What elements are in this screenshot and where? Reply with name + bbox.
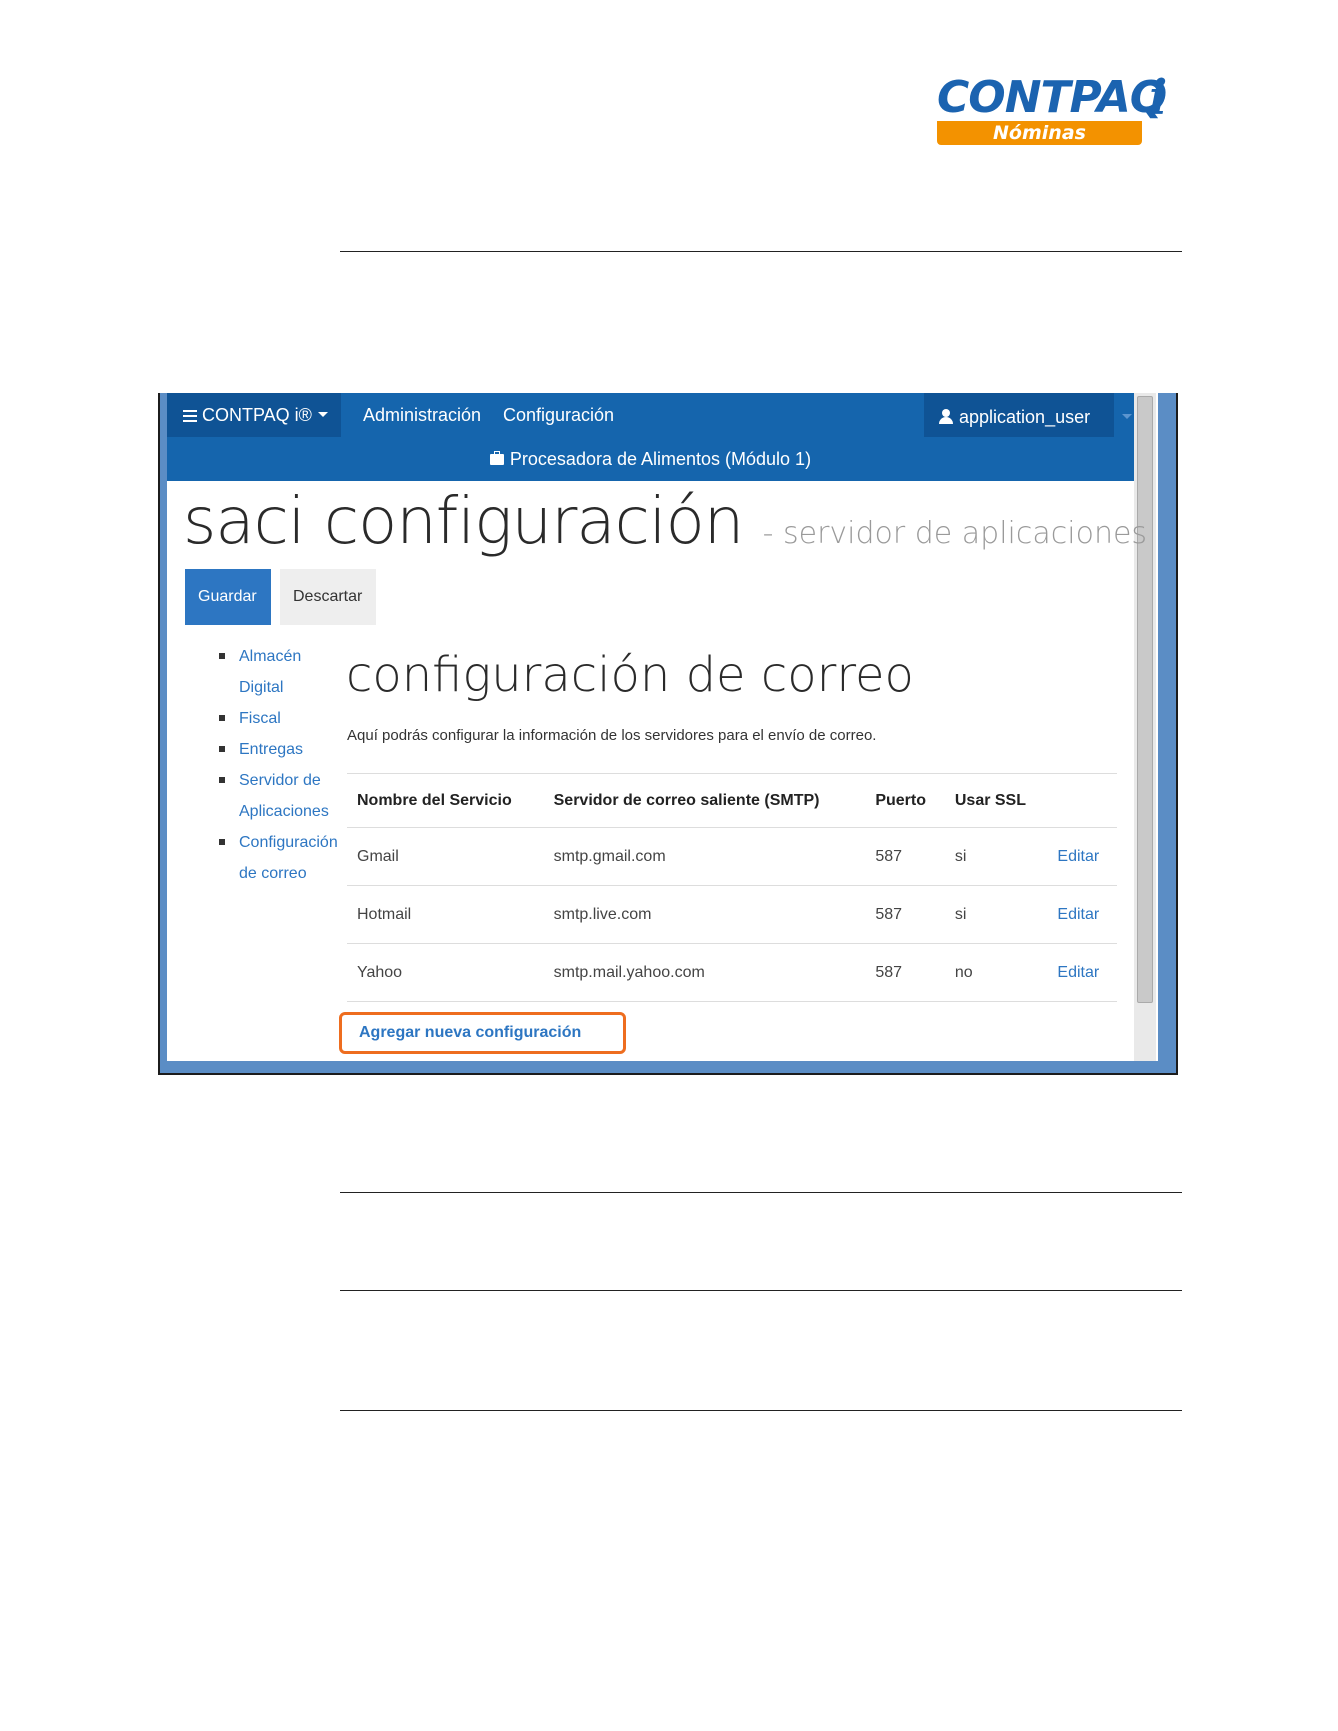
caret-down-icon bbox=[1122, 414, 1132, 419]
table-row: Gmail smtp.gmail.com 587 si Editar bbox=[347, 827, 1117, 886]
cell-smtp: smtp.mail.yahoo.com bbox=[543, 943, 866, 1002]
col-port: Puerto bbox=[865, 773, 945, 828]
cell-smtp: smtp.gmail.com bbox=[543, 827, 866, 886]
edit-link[interactable]: Editar bbox=[1047, 943, 1117, 1002]
cell-ssl: no bbox=[944, 943, 1048, 1002]
user-dropdown[interactable] bbox=[1116, 395, 1132, 439]
cell-port: 587 bbox=[865, 885, 945, 944]
cell-ssl: si bbox=[944, 827, 1048, 886]
briefcase-icon bbox=[489, 451, 504, 465]
cell-ssl: si bbox=[944, 885, 1048, 944]
sidenav-item-fiscal[interactable]: Fiscal bbox=[215, 703, 345, 734]
logo-word: CONTPAQ bbox=[937, 72, 1167, 123]
col-ssl: Usar SSL bbox=[944, 773, 1048, 828]
table-row: Hotmail smtp.live.com 587 si Editar bbox=[347, 885, 1117, 944]
page-subtitle: - servidor de aplicaciones bbox=[762, 516, 1148, 551]
col-smtp: Servidor de correo saliente (SMTP) bbox=[543, 773, 866, 828]
app-window: CONTPAQ i® Administración Configuración … bbox=[167, 393, 1158, 1061]
cell-port: 587 bbox=[865, 943, 945, 1002]
col-actions bbox=[1047, 773, 1117, 828]
nav-configuracion[interactable]: Configuración bbox=[503, 393, 614, 437]
cell-service: Yahoo bbox=[347, 943, 544, 1002]
col-service: Nombre del Servicio bbox=[347, 773, 544, 828]
cell-service: Hotmail bbox=[347, 885, 544, 944]
user-name: application_user bbox=[959, 407, 1091, 427]
logo-i: i bbox=[1149, 70, 1168, 126]
edit-link[interactable]: Editar bbox=[1047, 827, 1117, 886]
sidenav-item-servidor[interactable]: Servidor de Aplicaciones bbox=[215, 765, 345, 827]
divider bbox=[340, 1290, 1182, 1291]
contpaqi-nominas-logo: CONTPAQ i Nóminas bbox=[937, 70, 1182, 152]
brand-menu[interactable]: CONTPAQ i® bbox=[183, 393, 328, 437]
sidenav-item-entregas[interactable]: Entregas bbox=[215, 734, 345, 765]
nav-administracion[interactable]: Administración bbox=[363, 393, 481, 437]
company-name: Procesadora de Alimentos (Módulo 1) bbox=[509, 449, 812, 469]
divider bbox=[340, 1410, 1182, 1411]
user-icon bbox=[939, 409, 953, 424]
discard-button[interactable]: Descartar bbox=[280, 569, 376, 625]
user-menu[interactable]: application_user bbox=[939, 395, 1090, 439]
section-description: Aquí podrás configurar la información de… bbox=[347, 727, 877, 744]
caret-down-icon bbox=[317, 412, 328, 417]
table-header-row: Nombre del Servicio Servidor de correo s… bbox=[347, 773, 1117, 828]
section-title: configuración de correo bbox=[346, 647, 914, 703]
add-config-link[interactable]: Agregar nueva configuración bbox=[339, 1012, 626, 1054]
mail-servers-table: Nombre del Servicio Servidor de correo s… bbox=[347, 773, 1117, 1002]
brand-label: CONTPAQ i® bbox=[202, 405, 312, 425]
cell-smtp: smtp.live.com bbox=[543, 885, 866, 944]
cell-port: 587 bbox=[865, 827, 945, 886]
edit-link[interactable]: Editar bbox=[1047, 885, 1117, 944]
table-row: Yahoo smtp.mail.yahoo.com 587 no Editar bbox=[347, 943, 1117, 1002]
save-button[interactable]: Guardar bbox=[185, 569, 271, 625]
page-title-text: saci configuración bbox=[183, 485, 744, 559]
list-icon bbox=[183, 410, 197, 422]
sidenav-item-almacen[interactable]: Almacén Digital bbox=[215, 641, 345, 703]
side-nav: Almacén Digital Fiscal Entregas Servidor… bbox=[215, 641, 345, 889]
divider bbox=[340, 1192, 1182, 1193]
company-bar: Procesadora de Alimentos (Módulo 1) bbox=[167, 437, 1134, 481]
cell-service: Gmail bbox=[347, 827, 544, 886]
divider-top bbox=[340, 251, 1182, 252]
navbar: CONTPAQ i® Administración Configuración … bbox=[167, 393, 1134, 481]
sidenav-item-correo[interactable]: Configuración de correo bbox=[215, 827, 345, 889]
page-title: saci configuración - servidor de aplicac… bbox=[183, 485, 1147, 559]
logo-product: Nóminas bbox=[937, 121, 1142, 145]
app-screenshot: CONTPAQ i® Administración Configuración … bbox=[158, 393, 1178, 1075]
